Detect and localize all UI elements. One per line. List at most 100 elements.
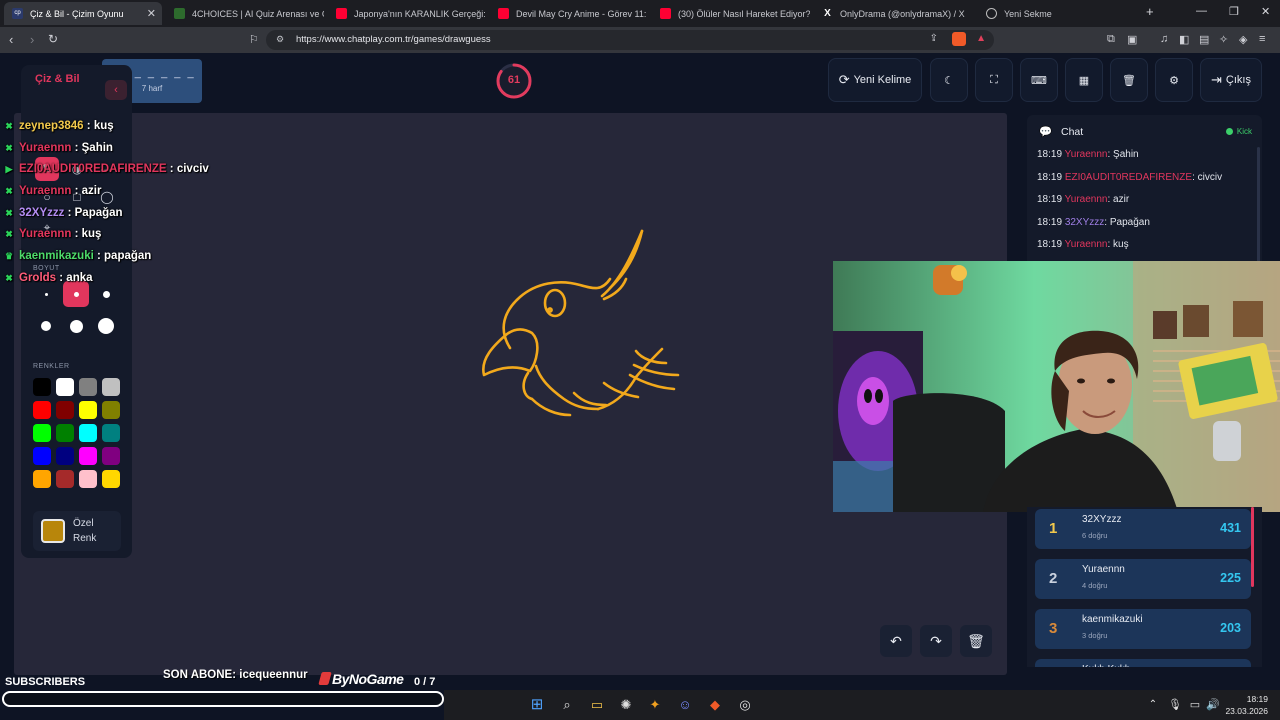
- search-icon[interactable]: ⌕: [558, 696, 576, 714]
- vpn-icon[interactable]: ◈: [1239, 33, 1247, 46]
- color-swatch[interactable]: [79, 378, 97, 396]
- chat-scrollbar[interactable]: [1257, 147, 1260, 265]
- url-field[interactable]: ⚙ https://www.chatplay.com.tr/games/draw…: [266, 30, 994, 50]
- screenshot-icon[interactable]: ▣: [1127, 33, 1137, 46]
- correct-count: 4 doğru: [1082, 581, 1108, 590]
- color-swatch[interactable]: [102, 470, 120, 488]
- correct-count: 6 doğru: [1082, 531, 1108, 540]
- overlay-chat-sep: :: [93, 249, 105, 262]
- app-icon[interactable]: ✦: [646, 696, 664, 714]
- keyboard-button[interactable]: ⌨: [1020, 58, 1058, 102]
- wallet-icon[interactable]: ▤: [1199, 33, 1209, 46]
- reload-icon[interactable]: ↻: [48, 32, 58, 46]
- minimize-icon[interactable]: —: [1196, 5, 1207, 17]
- sidebar-icon[interactable]: ◧: [1179, 33, 1189, 46]
- menu-icon[interactable]: ≡: [1259, 33, 1265, 45]
- dark-mode-button[interactable]: ☾: [930, 58, 968, 102]
- brush-size-5[interactable]: [63, 313, 89, 339]
- extensions-icon[interactable]: ⧉: [1107, 33, 1115, 46]
- tab-ciz-bil[interactable]: cp Çiz & Bil - Çizim Oyunu ✕: [4, 2, 162, 25]
- file-explorer-icon[interactable]: ▭: [588, 696, 606, 714]
- chat-user: Yuraennn: [1064, 194, 1108, 206]
- tab-4choices[interactable]: 4CHOICES | AI Quiz Arenası ve Gerçe: [166, 2, 324, 25]
- bynogame-icon: [318, 672, 332, 685]
- overlay-chat-row: ✖ Yuraennn : kuş: [4, 223, 244, 245]
- brave-browser-icon[interactable]: ◆: [706, 696, 724, 714]
- site-info-icon[interactable]: ⚙: [276, 34, 284, 45]
- tab-new-tab[interactable]: Yeni Sekme: [978, 2, 1136, 25]
- color-swatch[interactable]: [33, 378, 51, 396]
- color-swatch[interactable]: [56, 424, 74, 442]
- chatgpt-icon[interactable]: ✺: [617, 696, 635, 714]
- archive-button[interactable]: ▦: [1065, 58, 1103, 102]
- tab-youtube-oluler[interactable]: (30) Ölüler Nasıl Hareket Ediyor? - Yo: [652, 2, 810, 25]
- microphone-icon[interactable]: 🎙: [1166, 696, 1184, 714]
- forward-icon[interactable]: ›: [30, 32, 34, 47]
- new-tab-plus-icon[interactable]: +: [1146, 4, 1154, 19]
- player-name: Yuraennn: [1082, 564, 1125, 575]
- color-swatch[interactable]: [79, 447, 97, 465]
- x-logo-icon: X: [824, 8, 831, 19]
- brush-size-4[interactable]: [33, 313, 59, 339]
- undo-button[interactable]: ↶: [880, 625, 912, 657]
- leo-ai-icon[interactable]: ✧: [1219, 33, 1228, 46]
- close-window-icon[interactable]: ✕: [1261, 5, 1270, 18]
- color-swatch[interactable]: [56, 378, 74, 396]
- color-swatch[interactable]: [56, 470, 74, 488]
- settings-button[interactable]: ⚙: [1155, 58, 1193, 102]
- player-name: kaenmikazuki: [1082, 614, 1143, 625]
- tab-label: Japonya'nın KARANLIK Gerçeği: Ned: [354, 8, 486, 19]
- system-clock[interactable]: 18:19 23.03.2026: [1225, 693, 1268, 717]
- color-swatch[interactable]: [33, 424, 51, 442]
- color-swatch[interactable]: [102, 378, 120, 396]
- tab-onlydrama-x[interactable]: X OnlyDrama (@onlydramaX) / X: [814, 2, 972, 25]
- correct-count: 3 doğru: [1082, 631, 1108, 640]
- overlay-chat-row: ♛ kaenmikazuki : papağan: [4, 245, 244, 267]
- brave-shields-icon[interactable]: [952, 32, 966, 46]
- back-icon[interactable]: ‹: [9, 32, 13, 47]
- close-tab-icon[interactable]: ✕: [147, 7, 156, 20]
- volume-icon[interactable]: 🔊: [1204, 696, 1222, 714]
- obs-icon[interactable]: ◎: [736, 696, 754, 714]
- share-icon[interactable]: ⇪: [930, 33, 938, 44]
- color-swatch[interactable]: [33, 447, 51, 465]
- new-word-button[interactable]: ⟳ Yeni Kelime: [828, 58, 922, 102]
- brush-size-6[interactable]: [93, 313, 119, 339]
- bookmark-icon[interactable]: ⚐: [249, 33, 259, 46]
- tab-youtube-japonya[interactable]: Japonya'nın KARANLIK Gerçeği: Ned: [328, 2, 486, 25]
- color-swatch[interactable]: [33, 470, 51, 488]
- redo-button[interactable]: ↷: [920, 625, 952, 657]
- overlay-chat-row: ✖ Yuraennn : Şahin: [4, 137, 244, 159]
- round-timer: 61: [495, 62, 533, 100]
- trash-icon: 🗑: [1122, 74, 1136, 87]
- color-swatch[interactable]: [33, 401, 51, 419]
- browser-tab-bar: cp Çiz & Bil - Çizim Oyunu ✕ 4CHOICES | …: [0, 0, 1280, 27]
- brand-logo: Çiz & Bil: [35, 73, 80, 85]
- color-swatch[interactable]: [56, 401, 74, 419]
- custom-color-button[interactable]: Özel Renk: [33, 511, 121, 551]
- exit-button[interactable]: ⇥ Çıkış: [1200, 58, 1262, 102]
- color-swatch[interactable]: [79, 470, 97, 488]
- media-icon[interactable]: ♫: [1160, 33, 1168, 45]
- chat-user: 32XYzzz: [1064, 216, 1105, 228]
- clear-canvas-button[interactable]: 🗑: [960, 625, 992, 657]
- fullscreen-button[interactable]: ⛶: [975, 58, 1013, 102]
- color-swatch[interactable]: [102, 401, 120, 419]
- collapse-panel-button[interactable]: ‹: [105, 80, 127, 100]
- color-swatch[interactable]: [79, 401, 97, 419]
- delete-button[interactable]: 🗑: [1110, 58, 1148, 102]
- restore-icon[interactable]: ❐: [1229, 5, 1239, 18]
- rank: 1: [1049, 520, 1058, 537]
- tray-overflow-icon[interactable]: ⌃: [1144, 696, 1162, 714]
- color-swatch[interactable]: [102, 424, 120, 442]
- tab-devil-may-cry[interactable]: Devil May Cry Anime - Görev 11: Gö: [490, 2, 648, 25]
- discord-icon[interactable]: ☺: [676, 696, 694, 714]
- brave-rewards-icon[interactable]: ▲: [976, 33, 986, 44]
- color-swatch[interactable]: [56, 447, 74, 465]
- windows-start-icon[interactable]: ⊞: [528, 696, 546, 714]
- keyboard-icon: ⌨: [1031, 74, 1047, 87]
- network-icon[interactable]: ▭: [1186, 696, 1204, 714]
- color-swatch[interactable]: [102, 447, 120, 465]
- leaderboard-row: Kukh Kukh: [1035, 659, 1251, 667]
- color-swatch[interactable]: [79, 424, 97, 442]
